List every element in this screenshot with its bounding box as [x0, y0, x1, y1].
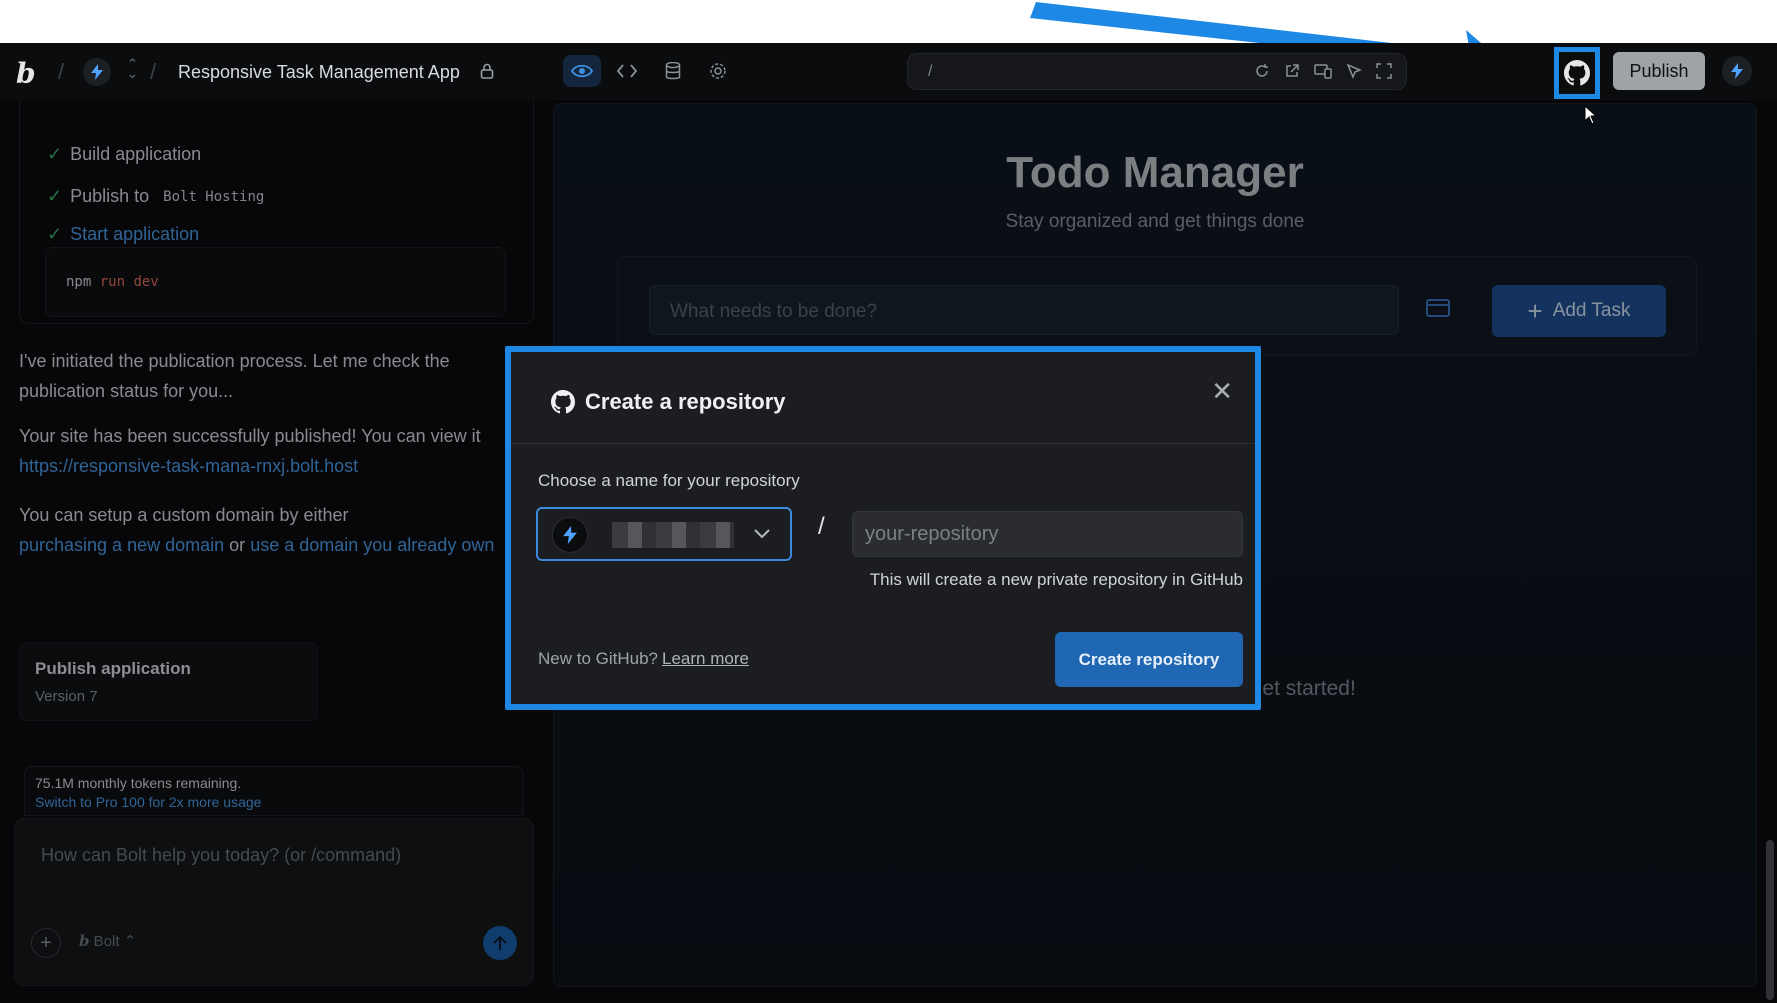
- separator: /: [58, 59, 65, 84]
- publish-button[interactable]: Publish: [1613, 52, 1705, 90]
- dialog-divider: [511, 443, 1255, 444]
- chevron-down-icon: [754, 529, 770, 539]
- code-view-button[interactable]: [609, 55, 647, 87]
- create-repository-dialog: Create a repository ✕ Choose a name for …: [505, 346, 1261, 710]
- url-path[interactable]: /: [928, 63, 932, 81]
- bolt-icon: [563, 525, 577, 545]
- code-icon: [617, 64, 638, 78]
- database-icon: [665, 62, 680, 80]
- create-repository-button[interactable]: Create repository: [1055, 632, 1243, 687]
- owner-select[interactable]: [536, 507, 792, 561]
- repo-name-label: Choose a name for your repository: [538, 471, 800, 490]
- new-to-github: New to GitHub? Learn more: [538, 649, 749, 668]
- account-bolt-icon[interactable]: [1722, 56, 1752, 86]
- fullscreen-icon[interactable]: [1376, 63, 1392, 79]
- database-view-button[interactable]: [654, 55, 692, 87]
- lock-icon: [480, 63, 494, 79]
- separator: /: [150, 59, 157, 84]
- mouse-cursor-icon: [1584, 105, 1598, 125]
- github-icon: [1564, 60, 1590, 86]
- external-link-icon[interactable]: [1284, 63, 1300, 79]
- inspect-icon[interactable]: [1346, 63, 1362, 79]
- bolt-logo[interactable]: b: [16, 57, 36, 90]
- repository-name-input[interactable]: [852, 511, 1243, 557]
- preview-url-bar[interactable]: /: [907, 53, 1407, 90]
- devices-icon[interactable]: [1314, 63, 1332, 79]
- owner-avatar: [552, 517, 588, 553]
- project-title[interactable]: Responsive Task Management App: [178, 62, 460, 83]
- reload-icon[interactable]: [1254, 63, 1270, 79]
- github-icon: [551, 390, 575, 414]
- repo-privacy-note: This will create a new private repositor…: [869, 570, 1243, 589]
- learn-more-link[interactable]: Learn more: [662, 649, 749, 668]
- settings-view-button[interactable]: [700, 55, 738, 87]
- owner-repo-separator: /: [818, 513, 825, 540]
- url-bar-actions: [1254, 63, 1392, 79]
- top-bar: b / ⌃ ⌄ / Responsive Task Management App …: [0, 43, 1777, 100]
- chevron-updown-icon[interactable]: ⌃ ⌄: [127, 57, 138, 80]
- view-toggle-group: [557, 53, 737, 89]
- project-bolt-icon[interactable]: [83, 58, 111, 86]
- gear-icon: [710, 63, 726, 79]
- dialog-title-text: Create a repository: [585, 389, 786, 414]
- owner-name-redacted: [612, 522, 734, 548]
- eye-icon: [570, 64, 593, 78]
- github-button[interactable]: [1554, 47, 1600, 99]
- preview-view-button[interactable]: [563, 55, 601, 87]
- dialog-title: Create a repository: [551, 389, 786, 415]
- close-icon[interactable]: ✕: [1211, 376, 1233, 407]
